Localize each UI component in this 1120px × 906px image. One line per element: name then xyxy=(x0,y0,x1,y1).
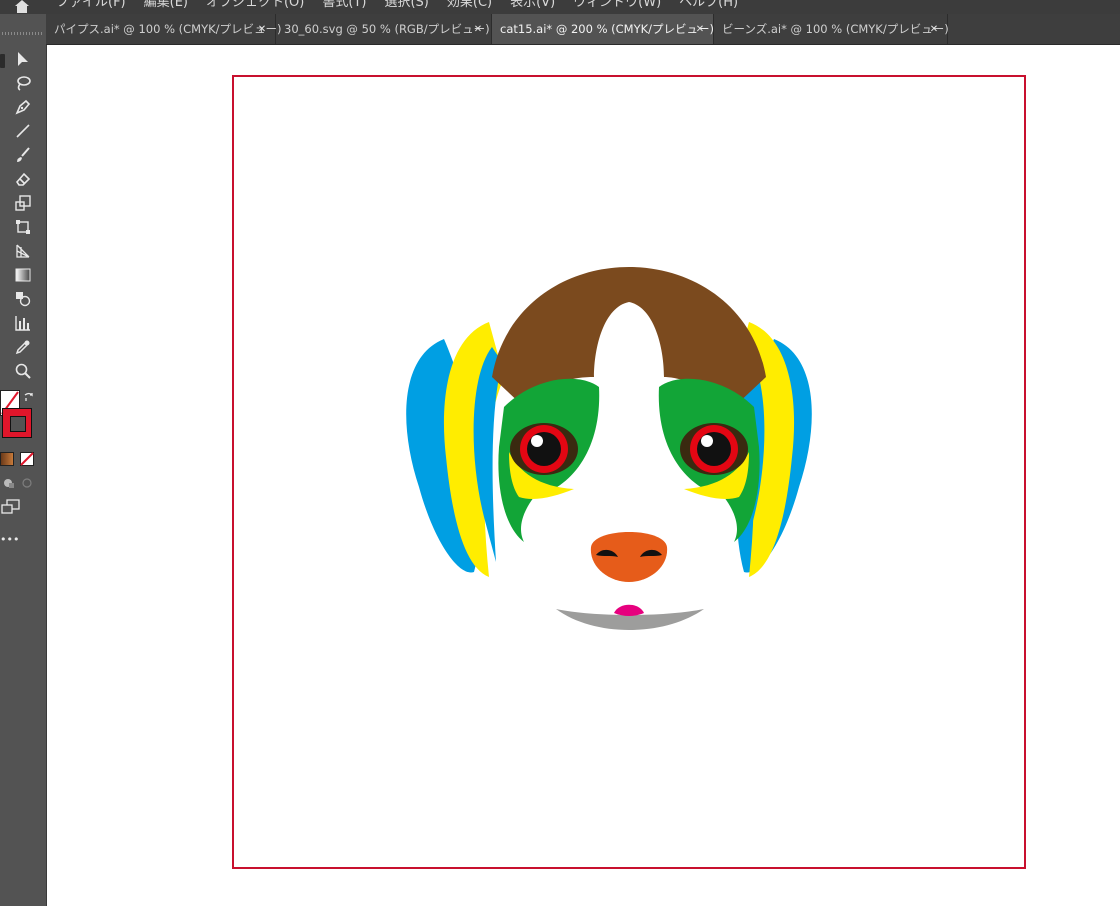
document-tabs: パイプス.ai* @ 100 % (CMYK/プレビュー) ✕ 30_60.sv… xyxy=(46,14,1120,45)
artboard[interactable] xyxy=(232,75,1026,869)
tongue-pink xyxy=(614,604,644,616)
shape-builder-icon xyxy=(14,290,32,312)
pen-tool[interactable] xyxy=(11,98,35,120)
selection-tool[interactable] xyxy=(11,50,35,72)
scale-tool[interactable] xyxy=(11,194,35,216)
none-mode-button[interactable] xyxy=(20,452,34,466)
stroke-swatch[interactable] xyxy=(2,408,32,438)
close-icon[interactable]: ✕ xyxy=(471,22,485,36)
perspective-grid-icon xyxy=(14,242,32,264)
close-icon[interactable]: ✕ xyxy=(693,22,707,36)
tab-30-60[interactable]: 30_60.svg @ 50 % (RGB/プレビュー) ✕ xyxy=(276,14,492,44)
home-button[interactable] xyxy=(8,0,36,14)
left-eye xyxy=(510,423,578,475)
color-mode-button[interactable] xyxy=(0,452,14,466)
menu-window[interactable]: ウィンドウ(W) xyxy=(573,0,661,10)
gradient-icon xyxy=(14,266,32,288)
scale-icon xyxy=(14,194,32,216)
menu-effect[interactable]: 効果(C) xyxy=(447,0,492,10)
gradient-tool[interactable] xyxy=(11,266,35,288)
tab-cat15[interactable]: cat15.ai* @ 200 % (CMYK/プレビュー) ✕ xyxy=(492,14,714,44)
panel-grip[interactable] xyxy=(2,32,42,35)
menu-help[interactable]: ヘルプ(H) xyxy=(679,0,738,10)
tab-label: 30_60.svg @ 50 % (RGB/プレビュー) xyxy=(284,22,490,36)
home-icon xyxy=(14,0,30,14)
draw-behind-button[interactable] xyxy=(20,476,34,490)
close-icon[interactable]: ✕ xyxy=(255,22,269,36)
eraser-tool[interactable] xyxy=(11,170,35,192)
bar-graph-icon xyxy=(14,314,32,336)
draw-normal-button[interactable] xyxy=(2,476,16,490)
tab-pipes[interactable]: パイプス.ai* @ 100 % (CMYK/プレビュー) ✕ xyxy=(46,14,282,44)
nose xyxy=(590,532,668,582)
eyedropper-tool[interactable] xyxy=(11,338,35,360)
perspective-grid-tool[interactable] xyxy=(11,242,35,264)
direct-selection-tool-partial[interactable] xyxy=(0,50,6,72)
menu-object[interactable]: オブジェクト(O) xyxy=(206,0,304,10)
menu-file[interactable]: ファイル(F) xyxy=(56,0,126,10)
paintbrush-icon xyxy=(14,146,32,168)
eraser-icon xyxy=(14,170,32,192)
swap-colors-button[interactable] xyxy=(22,390,36,404)
free-transform-icon xyxy=(14,218,32,240)
lasso-tool[interactable] xyxy=(11,74,35,96)
tools-panel: ••• xyxy=(0,14,47,906)
right-eye xyxy=(680,423,748,475)
dog-illustration[interactable] xyxy=(234,77,1024,867)
lasso-icon xyxy=(14,74,32,96)
tab-label: cat15.ai* @ 200 % (CMYK/プレビュー) xyxy=(500,22,715,36)
free-transform-tool[interactable] xyxy=(11,218,35,240)
head-fur-brown xyxy=(492,267,766,407)
shape-builder-tool[interactable] xyxy=(11,290,35,312)
tab-label: パイプス.ai* @ 100 % (CMYK/プレビュー) xyxy=(54,22,282,36)
magnifier-icon xyxy=(14,362,32,384)
menu-bar: ファイル(F) 編集(E) オブジェクト(O) 書式(T) 選択(S) 効果(C… xyxy=(0,0,1120,14)
menu-select[interactable]: 選択(S) xyxy=(384,0,428,10)
line-tool[interactable] xyxy=(11,122,35,144)
zoom-tool[interactable] xyxy=(11,362,35,384)
more-tools-button[interactable]: ••• xyxy=(0,534,20,546)
screen-mode-button[interactable] xyxy=(0,499,22,519)
screen-mode-icon xyxy=(1,499,21,519)
menu-type[interactable]: 書式(T) xyxy=(322,0,366,10)
draw-normal-icon xyxy=(3,474,15,493)
line-segment-icon xyxy=(14,122,32,144)
draw-behind-icon xyxy=(21,474,33,493)
pen-icon xyxy=(14,98,32,120)
menu-edit[interactable]: 編集(E) xyxy=(144,0,188,10)
selection-arrow-icon xyxy=(14,50,32,72)
graph-tool[interactable] xyxy=(11,314,35,336)
canvas-area[interactable] xyxy=(47,45,1120,906)
menu-view[interactable]: 表示(V) xyxy=(510,0,555,10)
menu-items: ファイル(F) 編集(E) オブジェクト(O) 書式(T) 選択(S) 効果(C… xyxy=(56,0,738,10)
paintbrush-tool[interactable] xyxy=(11,146,35,168)
swap-arrow-icon xyxy=(23,388,35,407)
tab-label: ビーンズ.ai* @ 100 % (CMYK/プレビュー) xyxy=(722,22,949,36)
tab-beans[interactable]: ビーンズ.ai* @ 100 % (CMYK/プレビュー) ✕ xyxy=(714,14,949,44)
close-icon[interactable]: ✕ xyxy=(927,22,941,36)
eyedropper-icon xyxy=(14,338,32,360)
